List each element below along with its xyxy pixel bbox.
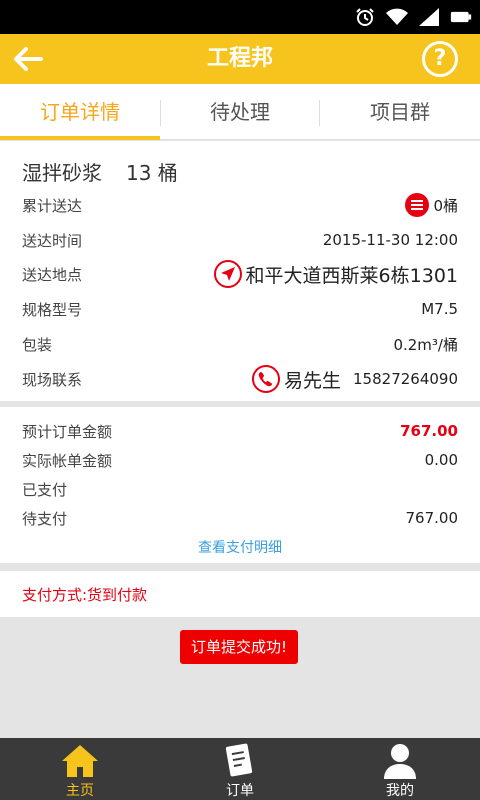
page-title: 工程邦 bbox=[206, 46, 273, 71]
delivery-time-value: 2015-11-30 12:00 bbox=[322, 231, 458, 249]
nav-home-label: 主页 bbox=[66, 783, 94, 799]
contact-name: 易先生 bbox=[284, 369, 342, 392]
product-quantity: 13 桶 bbox=[126, 161, 178, 185]
spec-value: M7.5 bbox=[421, 300, 458, 318]
delivery-time-row: 送达时间 2015-11-30 12:00 bbox=[22, 225, 458, 255]
nav-orders-label: 订单 bbox=[226, 783, 254, 799]
spec-row: 规格型号 M7.5 bbox=[22, 294, 458, 324]
alarm-icon bbox=[354, 6, 376, 28]
to-pay-row: 待支付 767.00 bbox=[22, 503, 458, 533]
home-icon bbox=[60, 742, 100, 780]
paid-row: 已支付 bbox=[22, 474, 458, 504]
contact-phone[interactable]: 15827264090 bbox=[353, 370, 458, 388]
nav-orders[interactable]: 订单 bbox=[160, 738, 320, 800]
delivery-address-row: 送达地点 和平大道西斯莱6栋1301 bbox=[22, 259, 458, 289]
nav-mine-label: 我的 bbox=[386, 783, 414, 799]
status-bar bbox=[0, 0, 480, 34]
tab-divider bbox=[319, 100, 320, 126]
payment-detail-link[interactable]: 查看支付明细 bbox=[0, 537, 480, 557]
actual-amount-value: 0.00 bbox=[424, 451, 458, 469]
delivery-address-value: 和平大道西斯莱6栋1301 bbox=[245, 264, 458, 287]
package-label: 包装 bbox=[22, 335, 53, 354]
estimated-amount-label: 预计订单金额 bbox=[22, 422, 113, 441]
user-icon bbox=[380, 742, 420, 780]
success-toast: 订单提交成功! bbox=[180, 630, 298, 664]
delivered-row: 累计送达 0桶 bbox=[22, 190, 458, 220]
help-button[interactable]: ? bbox=[422, 41, 458, 77]
nav-mine[interactable]: 我的 bbox=[320, 738, 480, 800]
to-pay-value: 767.00 bbox=[405, 509, 459, 527]
tab-project-group[interactable]: 项目群 bbox=[320, 84, 480, 139]
order-icon bbox=[220, 742, 260, 780]
order-info-card: 湿拌砂浆 13 桶 累计送达 0桶 送达时间 2015-11-30 12:00 送… bbox=[0, 141, 480, 401]
tab-divider bbox=[160, 100, 161, 126]
contact-label: 现场联系 bbox=[22, 370, 83, 389]
bottom-nav: 主页 订单 我的 bbox=[0, 738, 480, 800]
tab-order-detail[interactable]: 订单详情 bbox=[0, 84, 160, 140]
pay-method-text: 支付方式:货到付款 bbox=[22, 586, 148, 604]
battery-icon bbox=[450, 6, 472, 28]
tab-pending[interactable]: 待处理 bbox=[160, 84, 320, 139]
product-name: 湿拌砂浆 bbox=[22, 161, 102, 185]
delivery-address-label: 送达地点 bbox=[22, 265, 83, 284]
estimated-amount-value: 767.00 bbox=[400, 422, 458, 440]
phone-icon[interactable] bbox=[252, 365, 280, 393]
delivery-time-label: 送达时间 bbox=[22, 231, 83, 250]
payment-card: 预计订单金额 767.00 实际帐单金额 0.00 已支付 待支付 767.00… bbox=[0, 407, 480, 563]
wifi-icon bbox=[386, 6, 408, 28]
pay-method-card: 支付方式:货到付款 bbox=[0, 571, 480, 617]
list-icon bbox=[405, 193, 430, 217]
signal-icon bbox=[418, 6, 440, 28]
delivered-value: 0桶 bbox=[433, 196, 458, 215]
app-header: 工程邦 ? bbox=[0, 34, 480, 84]
package-value: 0.2m³/桶 bbox=[393, 335, 458, 354]
paid-label: 已支付 bbox=[22, 480, 68, 499]
spec-label: 规格型号 bbox=[22, 300, 83, 319]
actual-amount-label: 实际帐单金额 bbox=[22, 451, 113, 470]
estimated-amount-row: 预计订单金额 767.00 bbox=[22, 416, 458, 446]
location-arrow-icon[interactable] bbox=[213, 260, 242, 288]
contact-row: 现场联系 易先生 15827264090 bbox=[22, 364, 458, 394]
actual-amount-row: 实际帐单金额 0.00 bbox=[22, 445, 458, 475]
delivered-label: 累计送达 bbox=[22, 196, 83, 215]
nav-home[interactable]: 主页 bbox=[0, 738, 160, 800]
to-pay-label: 待支付 bbox=[22, 509, 68, 528]
tab-bar: 订单详情 待处理 项目群 bbox=[0, 84, 480, 140]
package-row: 包装 0.2m³/桶 bbox=[22, 329, 458, 359]
product-title: 湿拌砂浆 13 桶 bbox=[22, 157, 178, 186]
